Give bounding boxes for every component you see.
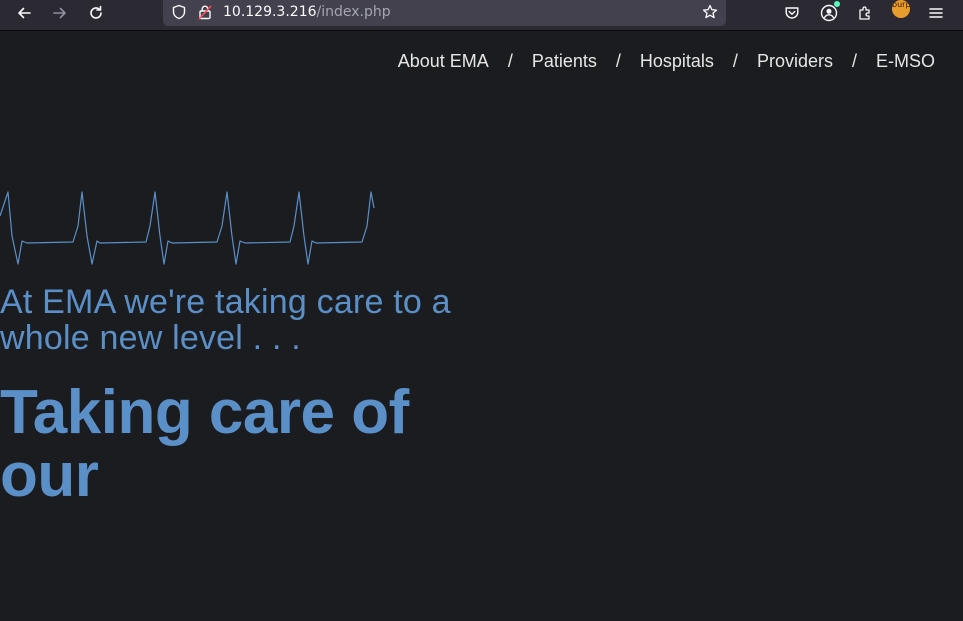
back-button[interactable] bbox=[12, 1, 36, 25]
pocket-icon bbox=[785, 7, 799, 19]
hero-headline: Taking care of our bbox=[0, 378, 409, 510]
reload-button[interactable] bbox=[84, 1, 108, 25]
nav-separator: / bbox=[851, 51, 857, 71]
nav-providers[interactable]: Providers bbox=[757, 51, 833, 72]
nav-separator: / bbox=[507, 51, 513, 71]
browser-toolbar: 10.129.3.216/index.php burp bbox=[0, 0, 963, 31]
hero-tagline: At EMA we're taking care to a whole new … bbox=[0, 283, 451, 357]
nav-about-ema[interactable]: About EMA bbox=[398, 51, 489, 72]
hamburger-menu-icon bbox=[929, 8, 943, 18]
extensions-button[interactable] bbox=[853, 1, 877, 25]
nav-separator: / bbox=[615, 51, 621, 71]
app-menu-button[interactable] bbox=[924, 1, 948, 25]
nav-patients[interactable]: Patients bbox=[532, 51, 597, 72]
account-notification-dot bbox=[834, 1, 840, 7]
tracking-protection-icon[interactable] bbox=[167, 0, 191, 24]
main-nav: About EMA / Patients / Hospitals / Provi… bbox=[398, 51, 935, 72]
url-host: 10.129.3.216 bbox=[223, 4, 317, 20]
url-bar[interactable]: 10.129.3.216/index.php bbox=[163, 0, 726, 26]
nav-e-mso[interactable]: E-MSO bbox=[876, 51, 935, 72]
burp-badge-label: burp bbox=[892, 0, 910, 9]
insecure-lock-icon[interactable] bbox=[193, 0, 217, 24]
reload-icon bbox=[90, 5, 102, 19]
pocket-button[interactable] bbox=[780, 1, 804, 25]
forward-button[interactable] bbox=[48, 1, 72, 25]
forward-arrow-icon bbox=[53, 7, 66, 19]
url-text[interactable]: 10.129.3.216/index.php bbox=[223, 3, 391, 21]
nav-hospitals[interactable]: Hospitals bbox=[640, 51, 714, 72]
nav-separator: / bbox=[732, 51, 738, 71]
puzzle-piece-icon bbox=[859, 6, 870, 20]
back-arrow-icon bbox=[18, 7, 31, 19]
bookmark-star-icon[interactable] bbox=[698, 0, 722, 24]
burp-extension-icon[interactable]: burp bbox=[892, 0, 910, 18]
heartbeat-line-graphic bbox=[0, 191, 375, 265]
page-content: About EMA / Patients / Hospitals / Provi… bbox=[0, 31, 963, 621]
url-path: /index.php bbox=[316, 4, 391, 20]
